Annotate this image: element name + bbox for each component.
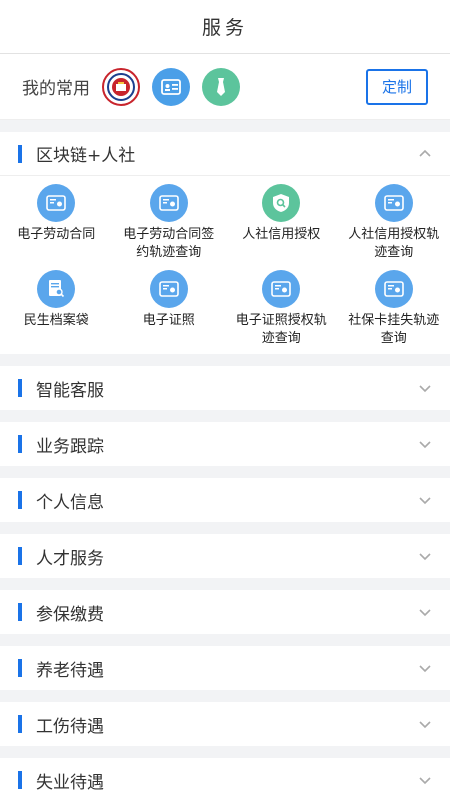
collapsed-section: 工伤待遇: [0, 702, 450, 746]
favorites-bar: 我的常用 定制: [0, 54, 450, 120]
grid-item[interactable]: 民生档案袋: [0, 268, 113, 354]
section-header[interactable]: 智能客服: [0, 366, 450, 410]
chevron-down-icon[interactable]: [418, 437, 432, 451]
section-marker: [18, 491, 22, 509]
grid-item[interactable]: 人社信用授权轨迹查询: [338, 182, 450, 268]
section-marker: [18, 659, 22, 677]
page-title: 服务: [201, 17, 248, 39]
chevron-down-icon[interactable]: [418, 493, 432, 507]
blockchain-section-header[interactable]: 区块链+人社: [0, 132, 450, 176]
chevron-down-icon[interactable]: [418, 381, 432, 395]
section-title: 智能客服: [36, 380, 104, 401]
spacer: [0, 120, 450, 132]
grid-item[interactable]: 电子证照: [113, 268, 226, 354]
contract-card-icon: [37, 184, 76, 222]
collapsed-section: 参保缴费: [0, 590, 450, 634]
section-marker: [18, 715, 22, 733]
section-marker: [18, 144, 22, 163]
collapsed-section: 失业待遇: [0, 758, 450, 800]
grid-item-label: 民生档案袋: [23, 313, 89, 328]
section-marker: [18, 379, 22, 397]
grid-item[interactable]: 人社信用授权: [225, 182, 338, 268]
grid-item[interactable]: 电子证照授权轨迹查询: [225, 268, 338, 354]
shield-search-icon: [262, 184, 301, 222]
collapsed-section: 个人信息: [0, 478, 450, 522]
collapsed-sections: 智能客服业务跟踪个人信息人才服务参保缴费养老待遇工伤待遇失业待遇: [0, 366, 450, 800]
contract-card-icon: [149, 270, 188, 308]
section-marker: [18, 435, 22, 453]
grid-item-label: 社保卡挂失轨迹查询: [348, 313, 440, 346]
collapsed-section: 智能客服: [0, 366, 450, 410]
contract-card-icon: [149, 184, 188, 222]
grid-item[interactable]: 电子劳动合同签约轨迹查询: [113, 182, 226, 268]
document-search-icon: [37, 270, 76, 308]
section-marker: [18, 771, 22, 789]
section-title: 失业待遇: [36, 772, 104, 793]
favorites-label: 我的常用: [22, 79, 90, 99]
chevron-down-icon[interactable]: [418, 549, 432, 563]
section-title: 业务跟踪: [36, 436, 104, 457]
grid-item-label: 人社信用授权轨迹查询: [348, 227, 440, 260]
chevron-down-icon[interactable]: [418, 773, 432, 787]
section-title: 人才服务: [36, 548, 104, 569]
section-header[interactable]: 参保缴费: [0, 590, 450, 634]
chevron-down-icon[interactable]: [418, 661, 432, 675]
section-marker: [18, 603, 22, 621]
collapsed-section: 养老待遇: [0, 646, 450, 690]
section-header[interactable]: 养老待遇: [0, 646, 450, 690]
contract-card-icon: [374, 184, 413, 222]
section-title: 养老待遇: [36, 660, 104, 681]
grid-item-label: 电子证照: [142, 313, 195, 328]
blockchain-grid: 电子劳动合同 电子劳动合同签约轨迹查询 人社信用授权 人社信用授权轨迹查询民生档案袋 电…: [0, 176, 450, 354]
collapsed-section: 业务跟踪: [0, 422, 450, 466]
section-title: 工伤待遇: [36, 716, 104, 737]
section-header[interactable]: 失业待遇: [0, 758, 450, 800]
section-header[interactable]: 工伤待遇: [0, 702, 450, 746]
grid-item-label: 电子劳动合同: [17, 227, 96, 242]
contract-card-icon: [374, 270, 413, 308]
customize-button[interactable]: 定制: [366, 68, 428, 105]
section-title: 区块链+人社: [36, 146, 136, 166]
contract-card-icon: [262, 270, 301, 308]
id-card-icon[interactable]: [152, 67, 190, 106]
chevron-up-icon[interactable]: [418, 147, 432, 161]
grid-item-label: 电子证照授权轨迹查询: [235, 313, 327, 346]
grid-item[interactable]: 社保卡挂失轨迹查询: [338, 268, 450, 354]
section-header[interactable]: 业务跟踪: [0, 422, 450, 466]
section-title: 参保缴费: [36, 604, 104, 625]
section-header[interactable]: 人才服务: [0, 534, 450, 578]
section-title: 个人信息: [36, 492, 104, 513]
grid-item-label: 人社信用授权: [242, 227, 321, 242]
chevron-down-icon[interactable]: [418, 717, 432, 731]
page-header: 服务: [0, 0, 450, 54]
grid-item[interactable]: 电子劳动合同: [0, 182, 113, 268]
social-security-seal-icon[interactable]: [102, 67, 140, 106]
section-marker: [18, 547, 22, 565]
grid-item-label: 电子劳动合同签约轨迹查询: [123, 227, 215, 260]
collapsed-section: 人才服务: [0, 534, 450, 578]
section-header[interactable]: 个人信息: [0, 478, 450, 522]
blockchain-section: 区块链+人社 电子劳动合同 电子劳动合同签约轨迹查询 人社信用授权 人社信用授权轨迹查…: [0, 132, 450, 354]
badge-tie-icon[interactable]: [202, 67, 240, 106]
chevron-down-icon[interactable]: [418, 605, 432, 619]
